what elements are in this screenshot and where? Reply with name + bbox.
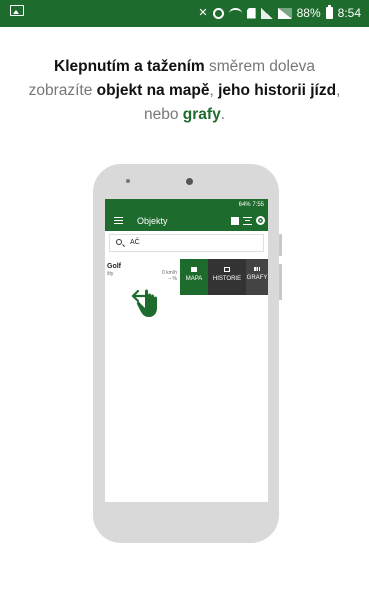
instruction-accent-graphs: grafy <box>182 106 221 123</box>
phone-illustration: 64% 7:55 Objekty AČ Golf šty 0 km/h – % <box>93 164 282 543</box>
filter-icon <box>243 217 252 225</box>
instruction-bold-history: jeho historii jízd <box>218 82 337 99</box>
list-item-subtitle: šty <box>107 271 114 277</box>
action-mapa: MAPA <box>180 259 208 295</box>
action-historie-label: HISTORIE <box>212 276 242 282</box>
image-notification-icon <box>10 5 24 16</box>
settings-icon <box>256 216 265 225</box>
map-icon <box>191 267 197 272</box>
battery-percent: 88% <box>296 6 321 20</box>
phone-sensor-dot <box>126 179 130 183</box>
instruction-bold-tap-drag: Klepnutím a tažením <box>54 58 205 75</box>
phone-status-bar: 64% 7:55 <box>105 199 268 211</box>
phone-app-bar: Objekty <box>105 211 268 231</box>
phone-clock: 7:55 <box>252 202 264 208</box>
calendar-icon <box>224 267 230 272</box>
instruction-text-2: , <box>209 82 219 99</box>
phone-side-button <box>279 234 282 256</box>
status-right: ✕ 88% 8:54 <box>198 5 361 20</box>
phone-camera <box>186 178 193 185</box>
battery-icon <box>325 5 333 19</box>
list-item-speed-sub: – % <box>168 276 177 282</box>
phone-app-title: Objekty <box>137 216 168 226</box>
list-item-speed: 0 km/h – % <box>162 270 177 282</box>
signal-2-icon <box>277 7 292 19</box>
sim-icon <box>246 7 256 19</box>
signal-icon <box>260 7 273 19</box>
instruction-text: Klepnutím a tažením směrem doleva zobraz… <box>20 55 349 127</box>
phone-search-field: AČ <box>109 234 264 252</box>
action-historie: HISTORIE <box>208 259 246 295</box>
phone-search-value: AČ <box>130 239 140 246</box>
phone-battery: 64% <box>238 202 251 208</box>
instruction-text-4: . <box>220 106 225 123</box>
map-icon <box>231 217 239 225</box>
wifi-icon <box>228 7 242 19</box>
bar-chart-icon <box>254 267 260 271</box>
action-mapa-label: MAPA <box>185 276 203 282</box>
phone-screen: 64% 7:55 Objekty AČ Golf šty 0 km/h – % <box>105 199 268 502</box>
menu-icon <box>114 217 123 224</box>
action-grafy: GRAFY <box>246 259 268 295</box>
search-icon <box>116 239 122 245</box>
phone-volume-button <box>279 264 282 300</box>
instruction-bold-map: objekt na mapě <box>96 82 210 99</box>
swipe-left-hand-icon <box>131 289 157 317</box>
action-grafy-label: GRAFY <box>246 275 268 281</box>
phone-list-item: Golf šty 0 km/h – % MAPA HISTORIE GRAFY <box>105 259 268 295</box>
clock: 8:54 <box>337 6 361 20</box>
status-bar: ✕ 88% 8:54 <box>0 0 369 27</box>
alarm-icon <box>212 7 224 19</box>
mute-icon: ✕ <box>198 6 208 19</box>
list-item-name: Golf <box>107 263 121 270</box>
